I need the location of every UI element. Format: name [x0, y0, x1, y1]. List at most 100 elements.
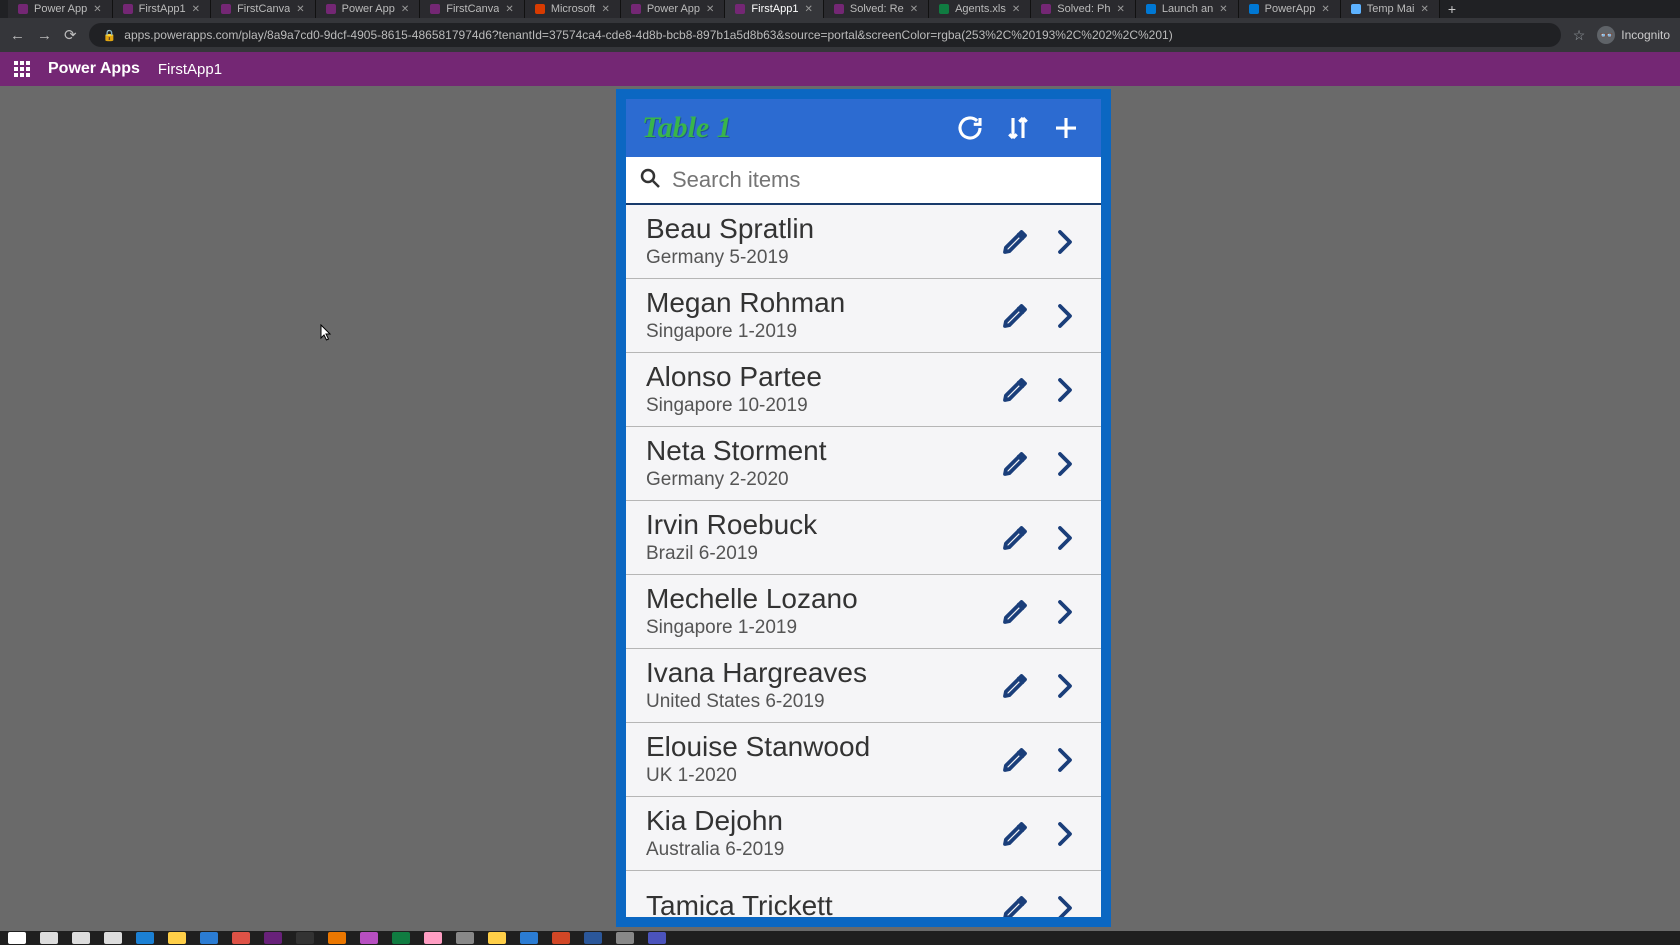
list-item[interactable]: Alonso ParteeSingapore 10-2019 [626, 353, 1101, 427]
vs-icon[interactable] [264, 932, 282, 944]
list-item-title: Kia Dejohn [646, 806, 987, 837]
tab-close-icon[interactable]: ✕ [1116, 4, 1124, 15]
tab-close-icon[interactable]: ✕ [505, 4, 513, 15]
browser-tab[interactable]: Power App✕ [316, 0, 421, 18]
item-list[interactable]: Beau SpratlinGermany 5-2019Megan RohmanS… [626, 205, 1101, 917]
terminal-icon[interactable] [296, 932, 314, 944]
add-icon[interactable] [1047, 109, 1085, 147]
mail-icon[interactable] [200, 932, 218, 944]
list-item[interactable]: Ivana HargreavesUnited States 6-2019 [626, 649, 1101, 723]
sort-icon[interactable] [999, 109, 1037, 147]
tab-close-icon[interactable]: ✕ [296, 4, 304, 15]
chevron-right-icon[interactable] [1043, 590, 1087, 634]
tab-close-icon[interactable]: ✕ [1321, 4, 1329, 15]
address-bar[interactable]: 🔒 apps.powerapps.com/play/8a9a7cd0-9dcf-… [89, 23, 1561, 47]
teams-icon[interactable] [648, 932, 666, 944]
tab-close-icon[interactable]: ✕ [706, 4, 714, 15]
edit-icon[interactable] [993, 738, 1037, 782]
blender-icon[interactable] [328, 932, 346, 944]
tab-close-icon[interactable]: ✕ [601, 4, 609, 15]
edit-icon[interactable] [993, 812, 1037, 856]
tab-close-icon[interactable]: ✕ [1012, 4, 1020, 15]
windows-taskbar[interactable] [0, 931, 1680, 945]
powerpoint-icon[interactable] [552, 932, 570, 944]
browser-tab[interactable]: Microsoft ✕ [525, 0, 621, 18]
chevron-right-icon[interactable] [1043, 294, 1087, 338]
list-item[interactable]: Beau SpratlinGermany 5-2019 [626, 205, 1101, 279]
list-item[interactable]: Irvin RoebuckBrazil 6-2019 [626, 501, 1101, 575]
powerapps-brand[interactable]: Power Apps [48, 60, 140, 78]
chevron-right-icon[interactable] [1043, 368, 1087, 412]
taskbar-app-icon[interactable] [616, 932, 634, 944]
chrome-icon[interactable] [232, 932, 250, 944]
chevron-right-icon[interactable] [1043, 664, 1087, 708]
browser-tab[interactable]: Solved: Re✕ [824, 0, 929, 18]
list-item-subtitle: United States 6-2019 [646, 691, 987, 713]
taskbar-app-icon[interactable] [488, 932, 506, 944]
browser-tab[interactable]: FirstApp1✕ [113, 0, 211, 18]
tab-close-icon[interactable]: ✕ [401, 4, 409, 15]
bookmark-star-icon[interactable]: ☆ [1573, 27, 1586, 44]
taskbar-search-icon[interactable] [40, 932, 58, 944]
search-input[interactable] [672, 167, 1089, 193]
browser-tab[interactable]: Launch an✕ [1136, 0, 1239, 18]
list-item[interactable]: Neta StormentGermany 2-2020 [626, 427, 1101, 501]
list-item[interactable]: Elouise StanwoodUK 1-2020 [626, 723, 1101, 797]
browser-tab[interactable]: Agents.xls✕ [929, 0, 1031, 18]
edit-icon[interactable] [993, 516, 1037, 560]
task-view-icon[interactable] [104, 932, 122, 944]
cortana-icon[interactable] [72, 932, 90, 944]
chevron-right-icon[interactable] [1043, 220, 1087, 264]
edit-icon[interactable] [993, 220, 1037, 264]
chevron-right-icon[interactable] [1043, 886, 1087, 918]
settings-icon[interactable] [456, 932, 474, 944]
edit-icon[interactable] [993, 294, 1037, 338]
list-item-text: Ivana HargreavesUnited States 6-2019 [646, 658, 987, 713]
new-tab-button[interactable]: + [1440, 0, 1464, 18]
app-launcher-icon[interactable] [14, 61, 30, 77]
edit-icon[interactable] [993, 664, 1037, 708]
tab-close-icon[interactable]: ✕ [93, 4, 101, 15]
browser-tab[interactable]: FirstCanva✕ [420, 0, 525, 18]
tab-close-icon[interactable]: ✕ [805, 4, 813, 15]
search-icon [638, 166, 662, 195]
browser-tab[interactable]: FirstCanva✕ [211, 0, 316, 18]
edit-icon[interactable] [993, 590, 1037, 634]
edit-icon[interactable] [993, 368, 1037, 412]
browser-tab[interactable]: Temp Mai✕ [1341, 0, 1440, 18]
list-item-title: Tamica Trickett [646, 891, 987, 917]
taskbar-app-icon[interactable] [520, 932, 538, 944]
browser-tab[interactable]: Power App✕ [621, 0, 726, 18]
chevron-right-icon[interactable] [1043, 516, 1087, 560]
browser-tab[interactable]: FirstApp1✕ [725, 0, 823, 18]
tab-close-icon[interactable]: ✕ [1420, 4, 1428, 15]
tab-close-icon[interactable]: ✕ [910, 4, 918, 15]
list-item[interactable]: Tamica Trickett [626, 871, 1101, 917]
tab-title: Microsoft [551, 3, 596, 15]
excel-icon[interactable] [392, 932, 410, 944]
edge-icon[interactable] [136, 932, 154, 944]
list-item[interactable]: Kia DejohnAustralia 6-2019 [626, 797, 1101, 871]
start-button[interactable] [8, 932, 26, 944]
chevron-right-icon[interactable] [1043, 442, 1087, 486]
chevron-right-icon[interactable] [1043, 738, 1087, 782]
reload-button[interactable]: ⟳ [64, 26, 77, 44]
forward-button[interactable]: → [37, 27, 52, 44]
list-item[interactable]: Megan RohmanSingapore 1-2019 [626, 279, 1101, 353]
browser-tab[interactable]: Power App✕ [8, 0, 113, 18]
tab-close-icon[interactable]: ✕ [192, 4, 200, 15]
list-item[interactable]: Mechelle LozanoSingapore 1-2019 [626, 575, 1101, 649]
back-button[interactable]: ← [10, 27, 25, 44]
browser-tab[interactable]: Solved: Ph✕ [1031, 0, 1136, 18]
browser-tab[interactable]: PowerApp✕ [1239, 0, 1341, 18]
chevron-right-icon[interactable] [1043, 812, 1087, 856]
edit-icon[interactable] [993, 886, 1037, 918]
edit-icon[interactable] [993, 442, 1037, 486]
taskbar-app-icon[interactable] [360, 932, 378, 944]
refresh-icon[interactable] [951, 109, 989, 147]
explorer-icon[interactable] [168, 932, 186, 944]
tab-close-icon[interactable]: ✕ [1219, 4, 1227, 15]
taskbar-app-icon[interactable] [424, 932, 442, 944]
phone-frame: Table 1 Beau SpratlinGermany 5-2019Megan… [616, 89, 1111, 927]
word-icon[interactable] [584, 932, 602, 944]
